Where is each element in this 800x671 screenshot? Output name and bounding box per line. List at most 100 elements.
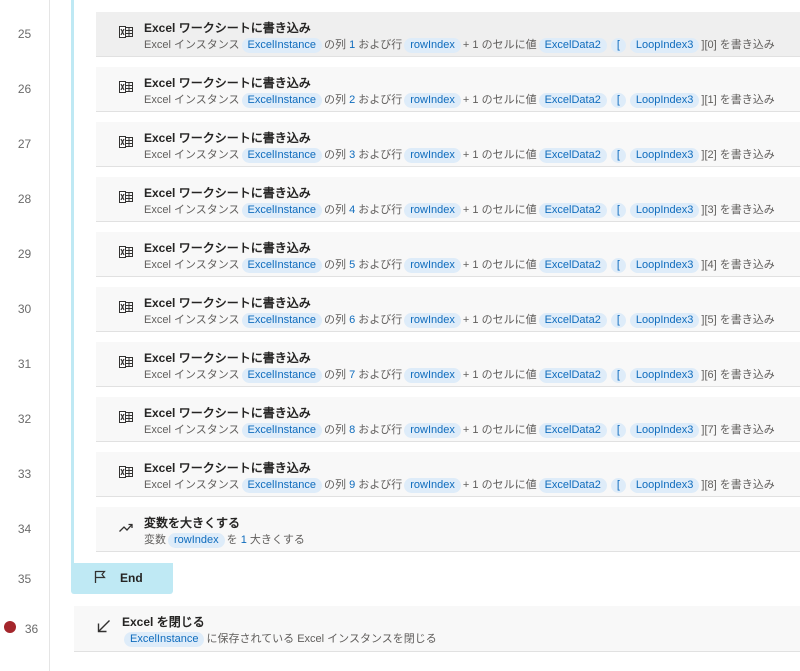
action-row-write-excel[interactable]: Excel ワークシートに書き込み Excel インスタンス ExcelInsta… bbox=[96, 232, 800, 277]
desc-text: の列 bbox=[324, 39, 346, 51]
column-number: 1 bbox=[349, 39, 356, 51]
variable-chip[interactable]: [ bbox=[610, 93, 626, 108]
variable-chip[interactable]: ExcelInstance bbox=[241, 38, 322, 53]
variable-chip[interactable]: rowIndex bbox=[168, 533, 225, 548]
variable-chip[interactable]: rowIndex bbox=[404, 203, 461, 218]
action-description: ExcelInstance に保存されている Excel インスタンスを閉じる bbox=[122, 630, 437, 647]
variable-chip[interactable]: ExcelData2 bbox=[538, 478, 607, 493]
variable-chip[interactable]: ExcelData2 bbox=[538, 203, 607, 218]
column-number: 7 bbox=[349, 369, 356, 381]
variable-chip[interactable]: ExcelInstance bbox=[241, 478, 322, 493]
action-row-increase-variable[interactable]: 変数を大きくする 変数 rowIndex を 1 大きくする bbox=[96, 507, 800, 552]
desc-text: を書き込み bbox=[719, 149, 775, 161]
desc-text: のセルに値 bbox=[481, 94, 537, 106]
line-number: 31 bbox=[17, 357, 32, 371]
variable-chip[interactable]: rowIndex bbox=[404, 148, 461, 163]
desc-text: のセルに値 bbox=[481, 39, 537, 51]
desc-text: を書き込み bbox=[719, 314, 775, 326]
desc-text: のセルに値 bbox=[481, 369, 537, 381]
variable-chip[interactable]: LoopIndex3 bbox=[629, 93, 700, 108]
variable-chip[interactable]: rowIndex bbox=[404, 313, 461, 328]
variable-chip[interactable]: [ bbox=[610, 423, 626, 438]
loop-end-block[interactable]: End bbox=[71, 563, 173, 594]
variable-chip[interactable]: ExcelData2 bbox=[538, 423, 607, 438]
variable-chip[interactable]: rowIndex bbox=[404, 423, 461, 438]
variable-chip[interactable]: ExcelInstance bbox=[241, 93, 322, 108]
desc-text: および行 bbox=[358, 39, 403, 51]
variable-chip[interactable]: rowIndex bbox=[404, 368, 461, 383]
action-row-write-excel[interactable]: Excel ワークシートに書き込み Excel インスタンス ExcelInsta… bbox=[96, 122, 800, 167]
variable-chip[interactable]: LoopIndex3 bbox=[629, 148, 700, 163]
desc-text: を bbox=[226, 534, 238, 546]
action-row-write-excel[interactable]: Excel ワークシートに書き込み Excel インスタンス ExcelInsta… bbox=[96, 287, 800, 332]
excel-write-icon bbox=[119, 191, 133, 203]
variable-chip[interactable]: [ bbox=[610, 38, 626, 53]
variable-chip[interactable]: rowIndex bbox=[404, 38, 461, 53]
variable-chip[interactable]: [ bbox=[610, 203, 626, 218]
desc-text: および行 bbox=[358, 314, 403, 326]
desc-text: + bbox=[462, 369, 470, 381]
offset-number: 1 bbox=[472, 424, 479, 436]
desc-text: + bbox=[462, 149, 470, 161]
variable-chip[interactable]: [ bbox=[610, 148, 626, 163]
desc-text: Excel インスタンス bbox=[144, 369, 240, 381]
variable-chip[interactable]: [ bbox=[610, 368, 626, 383]
variable-chip[interactable]: LoopIndex3 bbox=[629, 38, 700, 53]
excel-write-icon bbox=[119, 301, 133, 313]
variable-chip[interactable]: rowIndex bbox=[404, 478, 461, 493]
desc-text: のセルに値 bbox=[481, 314, 537, 326]
desc-text: の列 bbox=[324, 94, 346, 106]
line-number: 33 bbox=[17, 467, 32, 481]
variable-chip[interactable]: [ bbox=[610, 258, 626, 273]
variable-chip[interactable]: LoopIndex3 bbox=[629, 478, 700, 493]
variable-chip[interactable]: ExcelData2 bbox=[538, 148, 607, 163]
desc-text: を書き込み bbox=[719, 479, 775, 491]
variable-chip[interactable]: ExcelData2 bbox=[538, 93, 607, 108]
line-number: 35 bbox=[17, 572, 32, 586]
action-row-write-excel[interactable]: Excel ワークシートに書き込み Excel インスタンス ExcelInsta… bbox=[96, 397, 800, 442]
variable-chip[interactable]: LoopIndex3 bbox=[629, 313, 700, 328]
variable-chip[interactable]: [ bbox=[610, 313, 626, 328]
variable-chip[interactable]: ExcelInstance bbox=[124, 632, 205, 647]
breakpoint-marker[interactable] bbox=[4, 621, 16, 633]
variable-chip[interactable]: ExcelInstance bbox=[241, 423, 322, 438]
variable-chip[interactable]: ExcelData2 bbox=[538, 313, 607, 328]
desc-text: 大きくする bbox=[249, 534, 305, 546]
variable-chip[interactable]: ExcelData2 bbox=[538, 258, 607, 273]
variable-chip[interactable]: LoopIndex3 bbox=[629, 258, 700, 273]
variable-chip[interactable]: ExcelData2 bbox=[538, 38, 607, 53]
action-title: Excel ワークシートに書き込み bbox=[144, 461, 311, 475]
action-title: Excel ワークシートに書き込み bbox=[144, 241, 311, 255]
variable-chip[interactable]: ExcelInstance bbox=[241, 313, 322, 328]
variable-chip[interactable]: ExcelInstance bbox=[241, 368, 322, 383]
action-description: 変数 rowIndex を 1 大きくする bbox=[144, 531, 305, 548]
variable-chip[interactable]: rowIndex bbox=[404, 93, 461, 108]
desc-text: Excel インスタンス bbox=[144, 259, 240, 271]
action-row-write-excel[interactable]: Excel ワークシートに書き込み Excel インスタンス ExcelInsta… bbox=[96, 452, 800, 497]
variable-chip[interactable]: LoopIndex3 bbox=[629, 368, 700, 383]
action-row-write-excel[interactable]: Excel ワークシートに書き込み Excel インスタンス ExcelInsta… bbox=[96, 67, 800, 112]
variable-chip[interactable]: rowIndex bbox=[404, 258, 461, 273]
column-number: 5 bbox=[349, 259, 356, 271]
desc-text: + bbox=[462, 39, 470, 51]
variable-chip[interactable]: ExcelData2 bbox=[538, 368, 607, 383]
excel-write-icon bbox=[119, 136, 133, 148]
desc-text: に保存されている Excel インスタンスを閉じる bbox=[206, 633, 437, 645]
line-number: 29 bbox=[17, 247, 32, 261]
action-row-write-excel[interactable]: Excel ワークシートに書き込み Excel インスタンス ExcelInsta… bbox=[96, 177, 800, 222]
column-number: 2 bbox=[349, 94, 356, 106]
action-row-write-excel[interactable]: Excel ワークシートに書き込み Excel インスタンス ExcelInsta… bbox=[96, 12, 800, 57]
line-number-gutter: 25 26 27 28 29 30 31 32 33 34 35 36 bbox=[0, 0, 50, 671]
action-row-write-excel[interactable]: Excel ワークシートに書き込み Excel インスタンス ExcelInsta… bbox=[96, 342, 800, 387]
variable-chip[interactable]: LoopIndex3 bbox=[629, 203, 700, 218]
action-title: Excel ワークシートに書き込み bbox=[144, 186, 311, 200]
variable-chip[interactable]: [ bbox=[610, 478, 626, 493]
variable-chip[interactable]: LoopIndex3 bbox=[629, 423, 700, 438]
variable-chip[interactable]: ExcelInstance bbox=[241, 148, 322, 163]
desc-text: の列 bbox=[324, 479, 346, 491]
action-description: Excel インスタンス ExcelInstance の列 1 および行 rowInd… bbox=[144, 36, 775, 53]
variable-chip[interactable]: ExcelInstance bbox=[241, 203, 322, 218]
excel-write-icon bbox=[119, 81, 133, 93]
variable-chip[interactable]: ExcelInstance bbox=[241, 258, 322, 273]
action-row-close-excel[interactable]: Excel を閉じる ExcelInstance に保存されている Excel イ… bbox=[74, 606, 800, 652]
